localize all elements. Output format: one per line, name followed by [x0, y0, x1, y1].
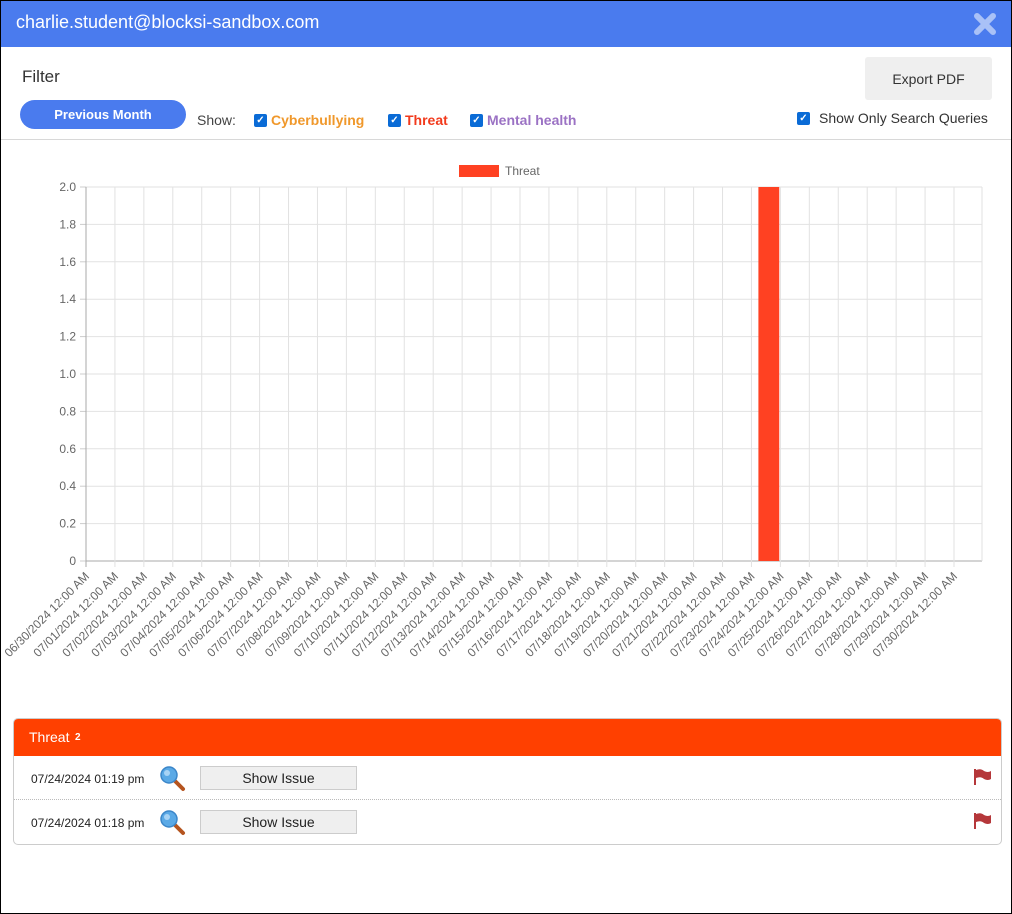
- flag-icon[interactable]: [973, 768, 993, 786]
- threat-bar-chart: 00.20.40.60.81.01.21.41.61.82.006/30/202…: [2, 164, 983, 660]
- cyberbullying-checkbox[interactable]: ✓ Cyberbullying: [254, 112, 364, 128]
- magnifier-icon[interactable]: [159, 766, 187, 792]
- threat-timestamp: 07/24/2024 01:19 pm: [31, 772, 145, 786]
- y-tick-label: 1.4: [59, 292, 76, 306]
- legend-label: Threat: [505, 164, 540, 178]
- y-tick-label: 0: [69, 554, 76, 568]
- threat-timestamp: 07/24/2024 01:18 pm: [31, 816, 145, 830]
- y-tick-label: 2.0: [59, 180, 76, 194]
- dialog-title: charlie.student@blocksi-sandbox.com: [16, 12, 320, 32]
- cyberbullying-label: Cyberbullying: [271, 112, 365, 128]
- y-tick-label: 1.8: [59, 217, 76, 231]
- show-issue-button[interactable]: Show Issue: [200, 766, 357, 790]
- filter-divider: [1, 139, 1011, 140]
- threat-count-badge: 2: [75, 732, 81, 743]
- threat-label: Threat: [405, 112, 448, 128]
- threat-checkbox[interactable]: ✓ Threat: [388, 112, 448, 128]
- y-tick-label: 0.6: [59, 442, 76, 456]
- student-report-dialog: charlie.student@blocksi-sandbox.com Filt…: [1, 1, 1011, 913]
- show-issue-button[interactable]: Show Issue: [200, 810, 357, 834]
- y-tick-label: 1.6: [59, 255, 76, 269]
- dialog-titlebar: charlie.student@blocksi-sandbox.com: [1, 1, 1011, 47]
- previous-month-button[interactable]: Previous Month: [20, 100, 186, 129]
- legend-swatch: [459, 165, 499, 177]
- threat-row: 07/24/2024 01:18 pm Show Issue: [14, 800, 1001, 844]
- magnifier-icon[interactable]: [159, 810, 187, 836]
- export-pdf-button[interactable]: Export PDF: [865, 57, 992, 100]
- close-icon[interactable]: [973, 12, 997, 36]
- y-tick-label: 0.4: [59, 479, 76, 493]
- mental-health-label: Mental health: [487, 112, 577, 128]
- show-label: Show:: [197, 112, 236, 128]
- y-tick-label: 0.2: [59, 517, 76, 531]
- y-tick-label: 0.8: [59, 404, 76, 418]
- threat-row: 07/24/2024 01:19 pm Show Issue: [14, 756, 1001, 800]
- checkbox-checked-icon[interactable]: ✓: [797, 111, 810, 125]
- y-tick-label: 1.2: [59, 330, 76, 344]
- threat-panel-title: Threat: [29, 729, 70, 745]
- checkbox-checked-icon[interactable]: ✓: [470, 113, 483, 127]
- threat-panel-header: Threat 2: [14, 719, 1001, 756]
- flag-icon[interactable]: [973, 812, 993, 830]
- checkbox-checked-icon[interactable]: ✓: [254, 113, 267, 127]
- filter-heading: Filter: [22, 67, 60, 86]
- search-queries-only-checkbox[interactable]: ✓ Show Only Search Queries: [797, 110, 988, 126]
- threat-bar: [758, 187, 780, 561]
- threat-panel: Threat 2 07/24/2024 01:19 pm Show Issue: [13, 718, 1002, 845]
- mental-health-checkbox[interactable]: ✓ Mental health: [470, 112, 576, 128]
- y-tick-label: 1.0: [59, 367, 76, 381]
- search-queries-only-label: Show Only Search Queries: [819, 110, 988, 126]
- checkbox-checked-icon[interactable]: ✓: [388, 113, 401, 127]
